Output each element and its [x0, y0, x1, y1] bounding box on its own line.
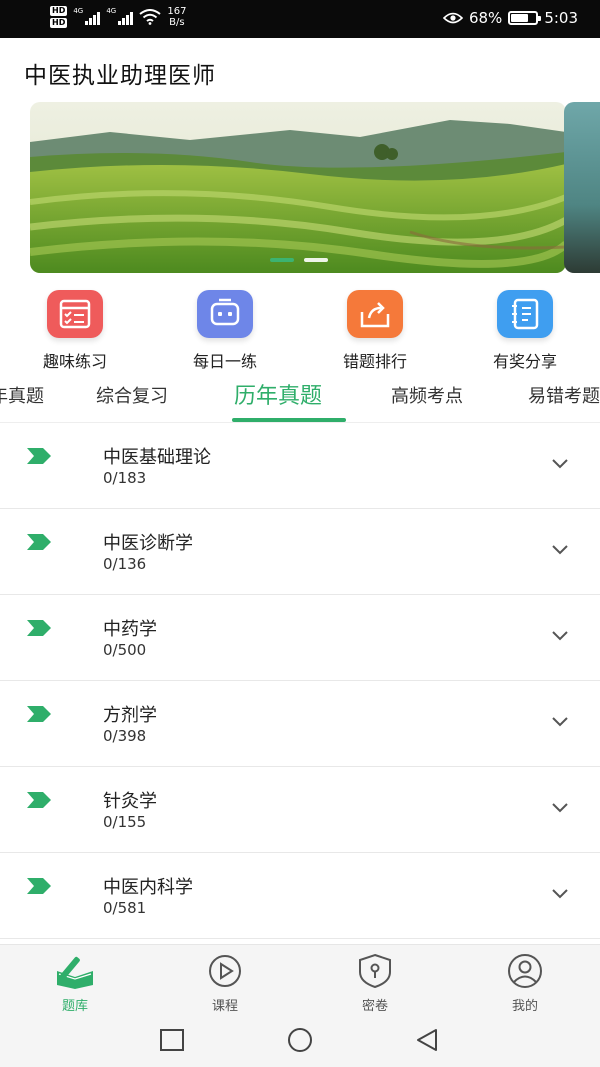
flag-arrow-icon: [27, 878, 51, 894]
signal-strength-icon-2: 4G: [106, 7, 134, 25]
flag-arrow-icon: [27, 534, 51, 550]
flag-arrow-icon: [27, 792, 51, 808]
subject-progress: 0/581: [103, 899, 147, 917]
play-circle-icon: [209, 955, 241, 987]
clock: 5:03: [544, 9, 578, 27]
recent-apps-icon[interactable]: [159, 1028, 185, 1054]
home-icon[interactable]: [287, 1028, 313, 1054]
calendar-checklist-icon: [47, 290, 103, 338]
nav-question-bank[interactable]: 题库: [25, 953, 125, 1014]
subject-progress: 0/155: [103, 813, 147, 831]
hd-indicators: HD HD: [50, 6, 68, 28]
list-item[interactable]: 中医基础理论 0/183: [0, 423, 600, 509]
tab-past-exams-partial[interactable]: 年真题: [0, 382, 44, 408]
status-right: 68% 5:03: [442, 9, 578, 27]
subject-progress: 0/398: [103, 727, 147, 745]
tab-high-frequency[interactable]: 高频考点: [391, 382, 463, 408]
nav-secret-papers[interactable]: 密卷: [325, 953, 425, 1014]
nav-profile[interactable]: 我的: [475, 953, 575, 1014]
network-speed: 167 B/s: [167, 6, 186, 28]
wifi-icon: [139, 9, 161, 25]
back-icon[interactable]: [414, 1028, 440, 1054]
network-speed-unit: B/s: [169, 17, 185, 28]
tab-error-prone[interactable]: 易错考题: [528, 382, 600, 408]
tab-comprehensive-review[interactable]: 综合复习: [96, 382, 168, 408]
book-pen-icon: [57, 956, 93, 989]
subject-progress: 0/500: [103, 641, 147, 659]
list-item[interactable]: 中医诊断学 0/136: [0, 509, 600, 595]
banner-indicator: [270, 258, 328, 262]
banner-image: [30, 102, 566, 273]
quick-action-label: 有奖分享: [492, 352, 557, 371]
chevron-down-icon[interactable]: [552, 459, 568, 469]
quick-action-reward-share[interactable]: 有奖分享: [465, 290, 585, 372]
subject-title: 针灸学: [103, 791, 157, 812]
battery-fill: [511, 14, 528, 22]
subject-title: 中医诊断学: [103, 533, 193, 554]
list-item[interactable]: 方剂学 0/398: [0, 681, 600, 767]
chevron-down-icon[interactable]: [552, 545, 568, 555]
chevron-down-icon[interactable]: [552, 889, 568, 899]
subject-progress: 0/136: [103, 555, 147, 573]
banner-dot-1[interactable]: [270, 258, 294, 262]
quick-action-fun-practice[interactable]: 趣味练习: [15, 290, 135, 372]
bottom-navigation: 题库 课程 密卷 我的: [0, 944, 600, 1014]
hd-badge-1: HD: [50, 6, 68, 16]
category-tabs: 年真题 综合复习 历年真题 高频考点 易错考题: [0, 372, 600, 422]
chevron-down-icon[interactable]: [552, 631, 568, 641]
quick-action-label: 每日一练: [192, 352, 257, 371]
list-item[interactable]: 针灸学 0/155: [0, 767, 600, 853]
share-box-icon: [347, 290, 403, 338]
battery-percent: 68%: [468, 9, 503, 27]
quick-action-wrong-ranking[interactable]: 错题排行: [315, 290, 435, 372]
list-item[interactable]: 中医内科学 0/581: [0, 853, 600, 939]
eye-comfort-icon: [442, 12, 463, 24]
subject-title: 中医内科学: [103, 877, 193, 898]
banner-dot-2[interactable]: [304, 258, 328, 262]
chevron-down-icon[interactable]: [552, 717, 568, 727]
network-type-1: 4G: [73, 7, 84, 15]
network-type-2: 4G: [106, 7, 117, 15]
tab-past-exams[interactable]: 历年真题: [234, 378, 322, 410]
subject-title: 中药学: [103, 619, 157, 640]
system-navigation-bar: [0, 1012, 600, 1067]
notebook-icon: [497, 290, 553, 338]
nav-courses[interactable]: 课程: [175, 953, 275, 1014]
quick-action-daily-practice[interactable]: 每日一练: [165, 290, 285, 372]
user-circle-icon: [508, 954, 542, 988]
robot-face-icon: [197, 290, 253, 338]
status-left: HD HD 4G 4G 167 B/s: [50, 6, 186, 28]
status-bar: HD HD 4G 4G 167 B/s 68% 5:03: [0, 0, 600, 38]
quick-action-label: 错题排行: [342, 352, 407, 371]
subject-title: 中医基础理论: [103, 447, 211, 468]
quick-action-label: 趣味练习: [42, 352, 107, 371]
hd-badge-2: HD: [50, 18, 68, 28]
flag-arrow-icon: [27, 706, 51, 722]
shield-lock-icon: [359, 953, 391, 989]
battery-icon: [508, 11, 542, 25]
subject-progress: 0/183: [103, 469, 147, 487]
flag-arrow-icon: [27, 448, 51, 464]
signal-strength-icon-1: 4G: [73, 7, 101, 25]
banner-carousel[interactable]: [30, 102, 566, 273]
quick-actions: 趣味练习 每日一练 错题排行 有奖分享: [0, 290, 600, 372]
network-speed-value: 167: [167, 6, 187, 17]
list-item[interactable]: 中药学 0/500: [0, 595, 600, 681]
subject-title: 方剂学: [103, 705, 157, 726]
flag-arrow-icon: [27, 620, 51, 636]
chevron-down-icon[interactable]: [552, 803, 568, 813]
banner-next-slide-peek[interactable]: [564, 102, 600, 273]
subject-list: 中医基础理论 0/183 中医诊断学 0/136 中药学 0/500 方剂学 0…: [0, 423, 600, 939]
page-title: 中医执业助理医师: [24, 63, 216, 89]
